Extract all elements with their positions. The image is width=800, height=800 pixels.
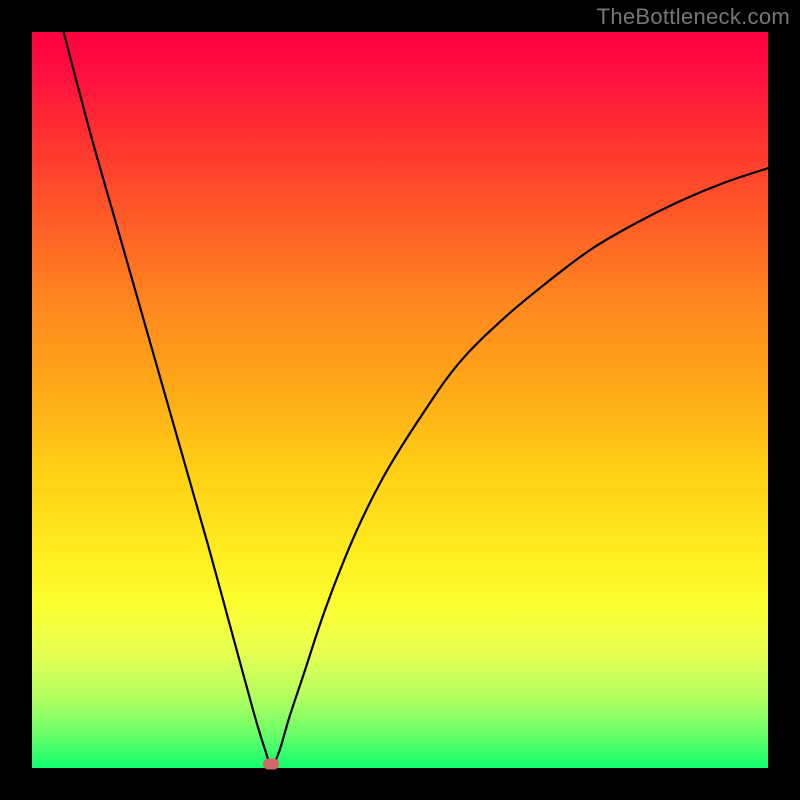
watermark-text: TheBottleneck.com: [597, 4, 790, 30]
minimum-marker: [263, 759, 279, 770]
bottleneck-curve: [32, 32, 768, 768]
chart-plot-area: [32, 32, 768, 768]
